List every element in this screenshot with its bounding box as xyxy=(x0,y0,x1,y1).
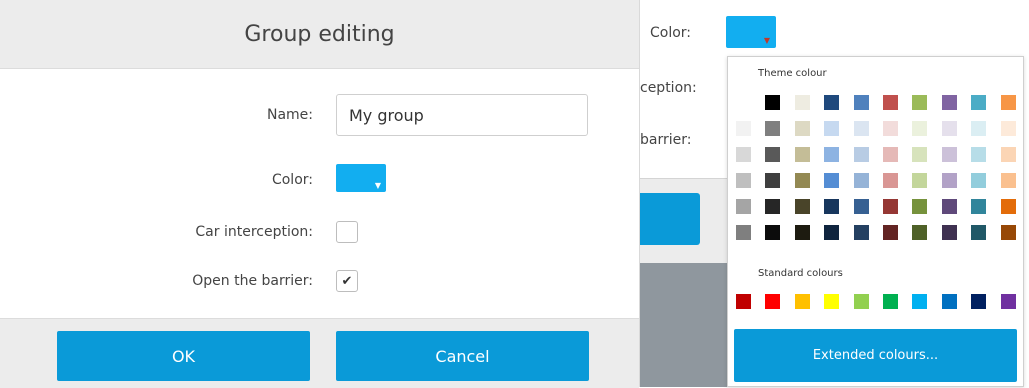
open-barrier-label: Open the barrier: xyxy=(192,273,313,289)
theme-swatch[interactable] xyxy=(794,121,810,136)
theme-swatch[interactable] xyxy=(736,121,751,136)
theme-swatch[interactable] xyxy=(824,147,840,162)
theme-swatch[interactable] xyxy=(765,121,781,136)
standard-swatch[interactable] xyxy=(824,294,840,309)
theme-swatch[interactable] xyxy=(736,225,751,240)
theme-swatch[interactable] xyxy=(765,199,781,214)
theme-swatch[interactable] xyxy=(765,95,781,110)
group-editing-dialog: Group editing Name: Color: ▼ Car interce… xyxy=(0,0,640,388)
standard-swatch[interactable] xyxy=(912,294,928,309)
theme-swatch[interactable] xyxy=(824,199,840,214)
standard-swatch[interactable] xyxy=(971,294,987,309)
name-label: Name: xyxy=(266,107,313,123)
theme-swatch[interactable] xyxy=(1000,147,1016,162)
theme-swatch[interactable] xyxy=(971,225,987,240)
theme-swatch[interactable] xyxy=(912,95,928,110)
color-picker-button[interactable]: ▼ xyxy=(336,164,386,192)
theme-swatch[interactable] xyxy=(882,225,898,240)
theme-swatch[interactable] xyxy=(941,199,957,214)
car-interception-checkbox[interactable] xyxy=(336,221,358,243)
theme-swatch[interactable] xyxy=(882,173,898,188)
theme-swatch[interactable] xyxy=(912,173,928,188)
cancel-button[interactable]: Cancel xyxy=(336,331,589,381)
name-input[interactable] xyxy=(336,94,588,136)
theme-swatch[interactable] xyxy=(912,121,928,136)
theme-swatch[interactable] xyxy=(824,95,840,110)
theme-swatch[interactable] xyxy=(824,173,840,188)
theme-swatch[interactable] xyxy=(824,225,840,240)
theme-swatch[interactable] xyxy=(971,199,987,214)
theme-swatch[interactable] xyxy=(912,225,928,240)
theme-swatch[interactable] xyxy=(794,225,810,240)
bg-color-label: Color: xyxy=(650,25,692,41)
theme-swatch[interactable] xyxy=(941,225,957,240)
theme-swatch[interactable] xyxy=(853,225,869,240)
extended-colours-button[interactable]: Extended colours... xyxy=(734,329,1017,382)
theme-swatch[interactable] xyxy=(765,173,781,188)
theme-swatch[interactable] xyxy=(736,147,751,162)
theme-swatch[interactable] xyxy=(853,121,869,136)
theme-swatch[interactable] xyxy=(1000,121,1016,136)
color-label: Color: xyxy=(271,172,313,188)
theme-swatch[interactable] xyxy=(941,147,957,162)
bg-barrier-label: barrier: xyxy=(640,132,692,148)
theme-swatch[interactable] xyxy=(1000,225,1016,240)
theme-swatch[interactable] xyxy=(794,147,810,162)
car-interception-label: Car interception: xyxy=(195,224,313,240)
dialog-header: Group editing xyxy=(0,0,639,69)
theme-swatch[interactable] xyxy=(912,199,928,214)
theme-swatch[interactable] xyxy=(853,199,869,214)
theme-swatch[interactable] xyxy=(794,95,810,110)
theme-swatch[interactable] xyxy=(941,173,957,188)
theme-swatch[interactable] xyxy=(882,147,898,162)
theme-swatch[interactable] xyxy=(1000,173,1016,188)
chevron-down-icon: ▼ xyxy=(374,181,381,190)
theme-swatch[interactable] xyxy=(882,199,898,214)
theme-swatch[interactable] xyxy=(971,121,987,136)
open-barrier-checkbox[interactable]: ✔ xyxy=(336,270,358,292)
standard-swatch[interactable] xyxy=(736,294,751,309)
theme-swatch[interactable] xyxy=(1000,95,1016,110)
dialog-title: Group editing xyxy=(244,21,395,47)
color-picker-popup: Theme colour Standard colours Extended c… xyxy=(727,56,1024,387)
theme-swatch[interactable] xyxy=(912,147,928,162)
standard-colour-row xyxy=(736,294,1016,309)
theme-swatch[interactable] xyxy=(765,147,781,162)
theme-swatch[interactable] xyxy=(765,225,781,240)
theme-swatch[interactable] xyxy=(794,173,810,188)
theme-swatch[interactable] xyxy=(1000,199,1016,214)
theme-swatch[interactable] xyxy=(736,95,751,110)
theme-swatch[interactable] xyxy=(941,95,957,110)
standard-swatch[interactable] xyxy=(794,294,810,309)
theme-swatch[interactable] xyxy=(736,199,751,214)
theme-swatch[interactable] xyxy=(794,199,810,214)
standard-colours-title: Standard colours xyxy=(758,268,843,279)
theme-swatch[interactable] xyxy=(853,147,869,162)
standard-swatch[interactable] xyxy=(882,294,898,309)
chevron-down-icon: ▼ xyxy=(763,36,770,45)
standard-swatch[interactable] xyxy=(853,294,869,309)
theme-swatch[interactable] xyxy=(882,121,898,136)
theme-colour-title: Theme colour xyxy=(758,68,827,79)
theme-swatch[interactable] xyxy=(941,121,957,136)
theme-swatch[interactable] xyxy=(853,173,869,188)
theme-swatch[interactable] xyxy=(824,121,840,136)
bg-interception-label: ception: xyxy=(640,80,697,96)
checkmark-icon: ✔ xyxy=(341,273,353,289)
standard-swatch[interactable] xyxy=(765,294,781,309)
standard-swatch[interactable] xyxy=(941,294,957,309)
theme-swatch[interactable] xyxy=(971,173,987,188)
bg-ok-button xyxy=(640,193,700,245)
theme-swatch[interactable] xyxy=(736,173,751,188)
theme-swatch[interactable] xyxy=(853,95,869,110)
active-color-button[interactable]: ▼ xyxy=(726,16,776,48)
standard-swatch[interactable] xyxy=(1000,294,1016,309)
theme-colour-grid xyxy=(736,95,1016,240)
theme-swatch[interactable] xyxy=(882,95,898,110)
theme-swatch[interactable] xyxy=(971,147,987,162)
theme-swatch[interactable] xyxy=(971,95,987,110)
ok-button[interactable]: OK xyxy=(57,331,310,381)
